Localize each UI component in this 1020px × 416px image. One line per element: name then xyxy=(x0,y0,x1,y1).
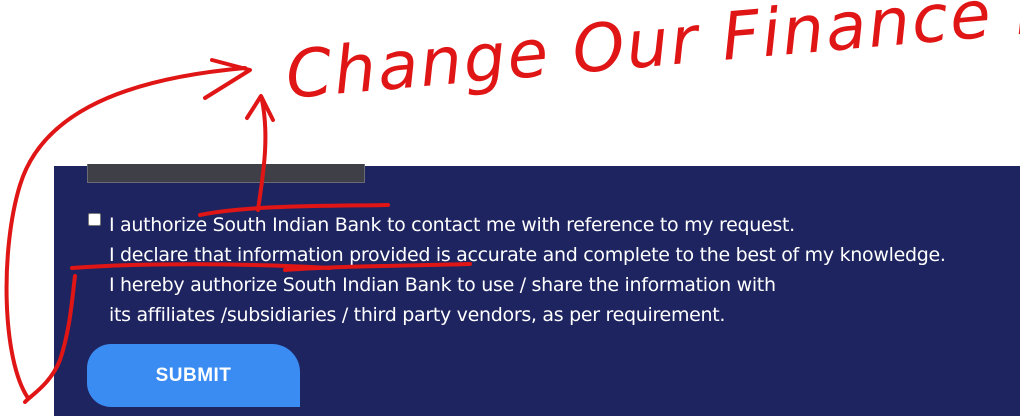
consent-line-1: I authorize South Indian Bank to contact… xyxy=(109,214,795,236)
submit-button[interactable]: SUBMIT xyxy=(87,344,300,407)
consent-line-4: its affiliates /subsidiaries / third par… xyxy=(109,304,726,326)
consent-text: I authorize South Indian Bank to contact… xyxy=(109,210,946,330)
annotation-text: Change Our Finance Name xyxy=(283,0,1020,114)
consent-checkbox[interactable] xyxy=(88,213,101,226)
consent-line-2: I declare that information provided is a… xyxy=(109,244,946,266)
consent-line-3: I hereby authorize South Indian Bank to … xyxy=(109,274,776,296)
enquiry-form-panel: I authorize South Indian Bank to contact… xyxy=(54,164,1020,416)
annotation-arrowhead xyxy=(203,58,252,100)
form-field[interactable] xyxy=(87,164,365,183)
consent-row: I authorize South Indian Bank to contact… xyxy=(88,210,946,330)
